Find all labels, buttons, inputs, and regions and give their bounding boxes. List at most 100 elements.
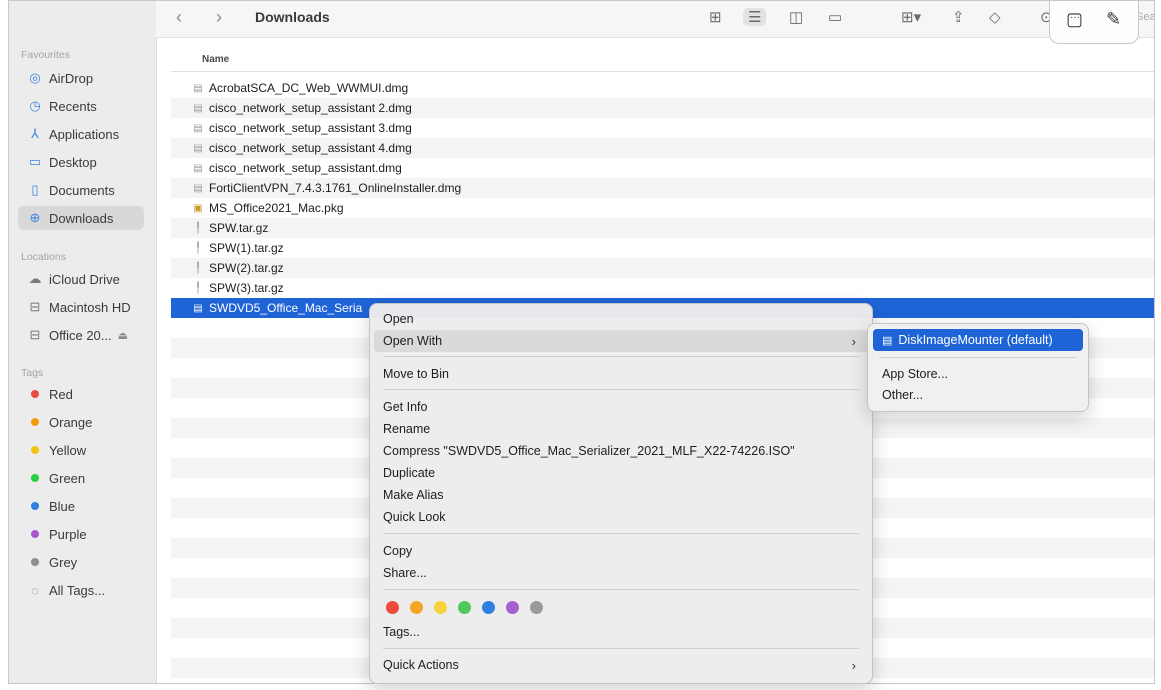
sidebar-item-label: Red: [49, 386, 73, 402]
menu-item-get-info[interactable]: Get Info: [374, 396, 868, 418]
chevron-left-icon[interactable]: ‹: [176, 7, 182, 28]
disk-image-icon: ▤: [193, 182, 203, 194]
menu-item-rename[interactable]: Rename: [374, 418, 868, 440]
file-row[interactable]: ╿ SPW(1).tar.gz: [171, 238, 1154, 258]
tag-icon: ◌: [31, 582, 39, 598]
tag-color-red[interactable]: [386, 601, 399, 614]
sidebar-item-office-volume[interactable]: ⊟ Office 20... ⏏: [18, 323, 144, 347]
sidebar-heading-favourites: Favourites: [21, 49, 71, 61]
sidebar-item-documents[interactable]: ▯ Documents: [18, 178, 144, 202]
tag-color-blue[interactable]: [482, 601, 495, 614]
file-row[interactable]: ▤ AcrobatSCA_DC_Web_WWMUI.dmg: [171, 78, 1154, 98]
sidebar-item-downloads[interactable]: ⊕ Downloads: [18, 206, 144, 230]
file-name: SWDVD5_Office_Mac_Seria: [209, 301, 363, 315]
menu-item-quick-look[interactable]: Quick Look: [374, 506, 868, 528]
open-with-submenu: ▤ DiskImageMounter (default) App Store..…: [867, 323, 1089, 412]
file-row[interactable]: ▣ MS_Office2021_Mac.pkg: [171, 198, 1154, 218]
file-name: SPW(3).tar.gz: [209, 281, 284, 295]
tag-color-orange[interactable]: [410, 601, 423, 614]
menu-separator: [383, 389, 859, 390]
drive-icon: ⊟: [29, 327, 41, 342]
sidebar-item-macintosh-hd[interactable]: ⊟ Macintosh HD: [18, 295, 144, 319]
column-header-name[interactable]: Name: [202, 54, 229, 65]
file-name: cisco_network_setup_assistant.dmg: [209, 161, 402, 175]
icon-view-icon[interactable]: ⊞: [709, 8, 722, 26]
menu-separator: [383, 533, 859, 534]
menu-item-quick-actions[interactable]: Quick Actions ›: [374, 654, 868, 676]
file-row[interactable]: ▤ cisco_network_setup_assistant 4.dmg: [171, 138, 1154, 158]
file-row[interactable]: ╿ SPW.tar.gz: [171, 218, 1154, 238]
desktop-icon: ▭: [28, 154, 42, 169]
sidebar-item-recents[interactable]: ◷ Recents: [18, 94, 144, 118]
menu-item-open[interactable]: Open: [374, 308, 868, 330]
tag-dot-red: [31, 390, 39, 398]
sidebar-item-label: Blue: [49, 498, 76, 514]
menu-item-move-to-bin[interactable]: Move to Bin: [374, 363, 868, 385]
sidebar-item-label: iCloud Drive: [49, 271, 120, 287]
toolbar: ‹ › Downloads ⊞ ☰ ◫ ▭ ⊞▾ ⇪ ◇ ⊙ Sea: [156, 1, 1154, 38]
tag-color-purple[interactable]: [506, 601, 519, 614]
menu-item-copy[interactable]: Copy: [374, 540, 868, 562]
disk-image-icon: ▤: [193, 122, 203, 134]
column-view-icon[interactable]: ◫: [789, 8, 803, 26]
menu-separator: [383, 589, 859, 590]
sidebar-item-label: Macintosh HD: [49, 299, 131, 315]
tag-color-yellow[interactable]: [434, 601, 447, 614]
sidebar-tag-green[interactable]: Green: [18, 466, 144, 490]
file-row[interactable]: ▤ FortiClientVPN_7.4.3.1761_OnlineInstall…: [171, 178, 1154, 198]
menu-item-tags[interactable]: Tags...: [374, 621, 868, 643]
window-title: Downloads: [255, 9, 330, 25]
tag-dot-purple: [31, 530, 39, 538]
file-name: cisco_network_setup_assistant 4.dmg: [209, 141, 412, 155]
sidebar-tag-orange[interactable]: Orange: [18, 410, 144, 434]
menu-separator: [383, 356, 859, 357]
gallery-view-icon[interactable]: ▭: [828, 8, 842, 26]
submenu-item-diskimagemounter[interactable]: ▤ DiskImageMounter (default): [873, 329, 1083, 351]
file-name: FortiClientVPN_7.4.3.1761_OnlineInstalle…: [209, 181, 462, 195]
menu-item-open-with[interactable]: Open With ›: [374, 330, 868, 352]
sidebar-tag-blue[interactable]: Blue: [18, 494, 144, 518]
file-row[interactable]: ▤ cisco_network_setup_assistant 2.dmg: [171, 98, 1154, 118]
menu-item-share[interactable]: Share...: [374, 562, 868, 584]
list-view-icon[interactable]: ☰: [743, 8, 767, 26]
sidebar-item-applications[interactable]: ⅄ Applications: [18, 122, 144, 146]
sidebar-item-label: Applications: [49, 126, 120, 142]
sidebar-tag-yellow[interactable]: Yellow: [18, 438, 144, 462]
chevron-right-icon[interactable]: ›: [216, 7, 222, 28]
menu-item-make-alias[interactable]: Make Alias: [374, 484, 868, 506]
chevron-right-icon: ›: [851, 657, 856, 673]
sidebar-item-label: Documents: [49, 182, 115, 198]
file-name: AcrobatSCA_DC_Web_WWMUI.dmg: [209, 81, 409, 95]
sidebar-item-label: AirDrop: [49, 70, 94, 86]
sidebar-item-desktop[interactable]: ▭ Desktop: [18, 150, 144, 174]
file-row[interactable]: ▤ cisco_network_setup_assistant.dmg: [171, 158, 1154, 178]
share-icon[interactable]: ⇪: [952, 8, 965, 26]
submenu-item-app-store[interactable]: App Store...: [873, 363, 1083, 385]
sidebar-tag-purple[interactable]: Purple: [18, 522, 144, 546]
file-name: SPW.tar.gz: [209, 221, 269, 235]
sidebar-all-tags[interactable]: ◌ All Tags...: [18, 578, 144, 602]
sidebar-item-airdrop[interactable]: ◎ AirDrop: [18, 66, 144, 90]
disk-image-icon: ▤: [193, 162, 203, 174]
sidebar-item-label: Yellow: [49, 442, 87, 458]
chevron-right-icon: ›: [851, 333, 856, 349]
eject-icon[interactable]: ⏏: [118, 329, 128, 342]
sidebar-item-label: Orange: [49, 414, 93, 430]
group-icon[interactable]: ⊞▾: [901, 8, 921, 26]
tag-icon[interactable]: ◇: [989, 8, 1001, 26]
tag-color-grey[interactable]: [530, 601, 543, 614]
menu-item-duplicate[interactable]: Duplicate: [374, 462, 868, 484]
file-row[interactable]: ╿ SPW(3).tar.gz: [171, 278, 1154, 298]
menu-item-compress[interactable]: Compress "SWDVD5_Office_Mac_Serializer_2…: [374, 440, 868, 462]
sidebar-item-icloud-drive[interactable]: ☁ iCloud Drive: [18, 267, 144, 291]
airdrop-icon: ◎: [29, 70, 41, 85]
pen-icon[interactable]: ✎: [1106, 9, 1121, 30]
sidebar-heading-locations: Locations: [21, 251, 66, 263]
file-row[interactable]: ▤ cisco_network_setup_assistant 3.dmg: [171, 118, 1154, 138]
submenu-item-other[interactable]: Other...: [873, 384, 1083, 406]
sidebar-tag-red[interactable]: Red: [18, 382, 144, 406]
tag-color-green[interactable]: [458, 601, 471, 614]
file-row[interactable]: ╿ SPW(2).tar.gz: [171, 258, 1154, 278]
sidebar-tag-grey[interactable]: Grey: [18, 550, 144, 574]
package-icon: ▣: [193, 202, 203, 214]
